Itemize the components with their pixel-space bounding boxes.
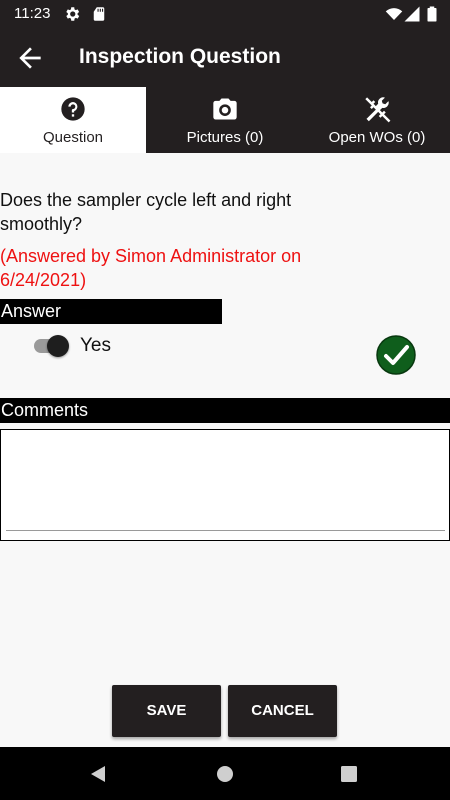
- tab-pictures[interactable]: Pictures (0): [146, 87, 304, 153]
- answer-header: Answer: [0, 299, 222, 324]
- answer-toggle[interactable]: [34, 334, 72, 358]
- question-circle-icon: [61, 97, 85, 121]
- battery-icon: [427, 6, 437, 22]
- toggle-thumb: [47, 335, 69, 357]
- signal-icon: [404, 6, 420, 22]
- tab-open-wos[interactable]: Open WOs (0): [304, 87, 450, 153]
- camera-icon: [213, 98, 237, 120]
- page-title: Inspection Question: [79, 45, 281, 68]
- comments-header: Comments: [0, 398, 450, 423]
- tab-question[interactable]: Question: [0, 87, 146, 153]
- back-triangle-icon[interactable]: [88, 763, 110, 785]
- status-time: 11:23: [14, 5, 51, 22]
- app-bar: Inspection Question: [0, 28, 450, 87]
- tab-pictures-label: Pictures (0): [186, 129, 264, 146]
- tools-icon: [365, 97, 391, 123]
- sd-card-icon: [93, 7, 105, 21]
- comments-input[interactable]: [6, 434, 444, 530]
- home-circle-icon[interactable]: [214, 763, 236, 785]
- answer-toggle-label: Yes: [80, 335, 111, 356]
- comments-box: [0, 429, 450, 541]
- gear-icon: [66, 7, 80, 21]
- answered-by-text: (Answered by Simon Administrator on 6/24…: [0, 246, 302, 290]
- tab-question-label: Question: [42, 129, 104, 146]
- recents-square-icon[interactable]: [338, 763, 360, 785]
- arrow-left-icon[interactable]: [14, 42, 46, 74]
- system-nav-bar: [0, 747, 450, 800]
- tab-open-wos-label: Open WOs (0): [328, 129, 426, 146]
- cancel-button[interactable]: CANCEL: [228, 685, 337, 737]
- check-circle-icon: [376, 335, 416, 375]
- comments-underline: [6, 530, 445, 531]
- save-button[interactable]: SAVE: [112, 685, 221, 737]
- wifi-icon: [385, 8, 403, 20]
- tab-bar: Question Pictures (0) Open WOs (0): [0, 87, 450, 153]
- status-bar: 11:23: [0, 0, 450, 28]
- question-text: Does the sampler cycle left and right sm…: [0, 190, 292, 234]
